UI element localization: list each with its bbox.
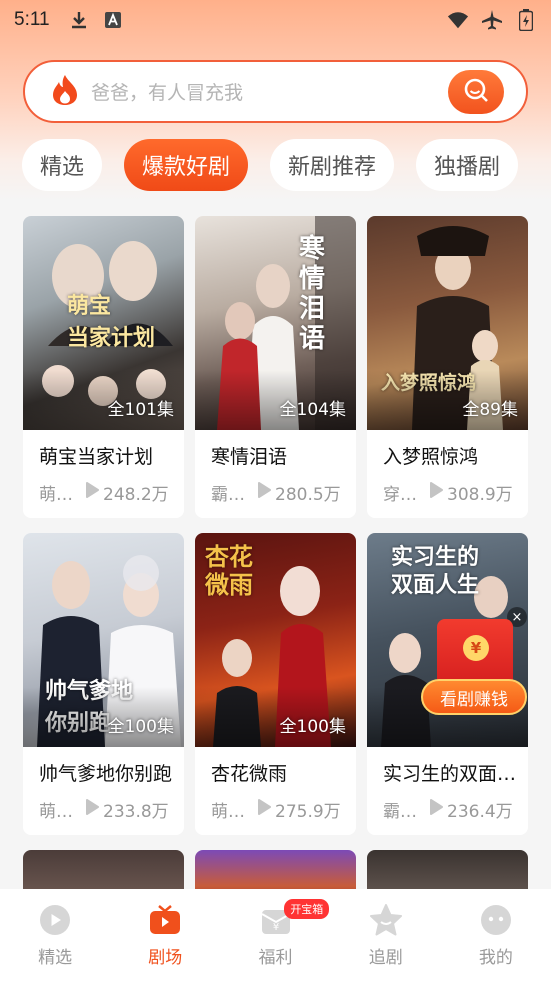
search-button[interactable] <box>448 70 504 114</box>
drama-title: 萌宝当家计划 <box>39 446 154 468</box>
poster-title-art: 杏花 微雨 <box>205 542 253 599</box>
drama-meta: 霸… 236.4万 <box>383 797 523 822</box>
wifi-icon <box>447 9 469 31</box>
star-icon <box>369 903 403 937</box>
drama-genre-tag: 穿… <box>383 485 417 505</box>
drama-card[interactable]: 杏花 微雨 全100集 杏花微雨 萌… 275.9万 <box>195 533 356 835</box>
open-treasure-badge: 开宝箱 <box>284 899 330 919</box>
tab-exclusive[interactable]: 独播剧 <box>416 139 519 191</box>
status-time: 5:11 <box>14 9 50 30</box>
drama-title: 帅气爹地你别跑 <box>39 763 173 785</box>
nav-label: 精选 <box>38 948 73 968</box>
earn-money-promo[interactable]: × ¥ 看剧赚钱 <box>421 607 527 719</box>
face-icon <box>479 903 513 937</box>
drama-meta: 穿… 308.9万 <box>383 480 523 505</box>
episode-count: 全100集 <box>107 717 174 737</box>
view-count: 275.9万 <box>275 802 341 822</box>
view-count: 236.4万 <box>447 802 513 822</box>
search-input[interactable]: 爸爸，有人冒充我 <box>91 78 243 105</box>
episode-count: 全100集 <box>279 717 346 737</box>
play-count-icon <box>257 799 271 820</box>
search-bar[interactable]: 爸爸，有人冒充我 <box>23 60 528 123</box>
drama-poster[interactable]: 帅气爹地你别跑 全100集 <box>23 533 184 747</box>
drama-card[interactable]: 入梦照惊鸿 全89集 入梦照惊鸿 穿… 308.9万 <box>367 216 528 518</box>
nav-label: 剧场 <box>148 948 183 968</box>
drama-card[interactable]: 寒情泪语 全104集 寒情泪语 霸… 280.5万 <box>195 216 356 518</box>
drama-poster[interactable]: 萌宝 当家计划 全101集 <box>23 216 184 430</box>
drama-title: 实习生的双面… <box>383 763 517 785</box>
view-count: 308.9万 <box>447 485 513 505</box>
play-circle-icon <box>38 903 72 937</box>
play-count-icon <box>429 482 443 503</box>
poster-title-art: 寒情泪语 <box>299 234 326 354</box>
flame-icon <box>51 74 79 110</box>
nav-label: 追剧 <box>368 948 403 968</box>
drama-genre-tag: 萌… <box>39 802 73 822</box>
drama-genre-tag: 霸… <box>383 802 417 822</box>
drama-meta: 萌… 233.8万 <box>39 797 179 822</box>
status-bar: 5:11 <box>0 0 551 40</box>
poster-title-art: 萌宝 当家计划 <box>67 293 156 351</box>
nav-profile[interactable]: 我的 <box>441 889 551 981</box>
view-count: 248.2万 <box>103 485 169 505</box>
view-count: 233.8万 <box>103 802 169 822</box>
app-notification-icon <box>102 9 124 31</box>
tab-hit-dramas[interactable]: 爆款好剧 <box>124 139 249 191</box>
tab-featured[interactable]: 精选 <box>22 139 103 191</box>
drama-title: 入梦照惊鸿 <box>383 446 479 468</box>
view-count: 280.5万 <box>275 485 341 505</box>
drama-card[interactable]: 实习生的 双面人生 实习生的双面… 霸… 236.4万 × ¥ 看剧赚钱 <box>367 533 528 835</box>
nav-following[interactable]: 追剧 <box>331 889 441 981</box>
poster-title-art: 实习生的 双面人生 <box>391 544 480 598</box>
nav-label: 福利 <box>258 948 293 968</box>
download-icon <box>68 9 90 31</box>
nav-theater[interactable]: 剧场 <box>110 889 220 981</box>
drama-genre-tag: 萌… <box>39 485 73 505</box>
drama-title: 杏花微雨 <box>211 763 288 785</box>
drama-meta: 霸… 280.5万 <box>211 480 351 505</box>
drama-genre-tag: 霸… <box>211 485 245 505</box>
svg-text:¥: ¥ <box>272 922 278 933</box>
play-count-icon <box>429 799 443 820</box>
drama-poster[interactable]: 寒情泪语 全104集 <box>195 216 356 430</box>
drama-poster[interactable]: 入梦照惊鸿 全89集 <box>367 216 528 430</box>
tab-new-dramas[interactable]: 新剧推荐 <box>270 139 395 191</box>
nav-welfare[interactable]: ¥ 福利 开宝箱 <box>220 889 330 981</box>
drama-genre-tag: 萌… <box>211 802 245 822</box>
battery-icon <box>515 9 537 31</box>
play-count-icon <box>85 799 99 820</box>
nav-label: 我的 <box>478 948 513 968</box>
drama-meta: 萌… 275.9万 <box>211 797 351 822</box>
nav-featured[interactable]: 精选 <box>0 889 110 981</box>
airplane-mode-icon <box>481 9 503 31</box>
drama-card[interactable]: 萌宝 当家计划 全101集 萌宝当家计划 萌… 248.2万 <box>23 216 184 518</box>
drama-title: 寒情泪语 <box>211 446 288 468</box>
coin-icon: ¥ <box>463 635 489 661</box>
episode-count: 全89集 <box>462 400 518 420</box>
tv-icon <box>148 903 182 937</box>
category-tabs: 精选 爆款好剧 新剧推荐 独播剧 <box>22 139 551 191</box>
drama-card[interactable]: 帅气爹地你别跑 全100集 帅气爹地你别跑 萌… 233.8万 <box>23 533 184 835</box>
drama-meta: 萌… 248.2万 <box>39 480 179 505</box>
drama-poster[interactable]: 杏花 微雨 全100集 <box>195 533 356 747</box>
episode-count: 全101集 <box>107 400 174 420</box>
play-count-icon <box>257 482 271 503</box>
play-count-icon <box>85 482 99 503</box>
earn-money-button[interactable]: 看剧赚钱 <box>421 679 527 715</box>
bottom-navigation: 精选 剧场 ¥ 福利 开宝箱 追剧 我的 <box>0 889 551 981</box>
search-icon <box>463 77 489 107</box>
episode-count: 全104集 <box>279 400 346 420</box>
